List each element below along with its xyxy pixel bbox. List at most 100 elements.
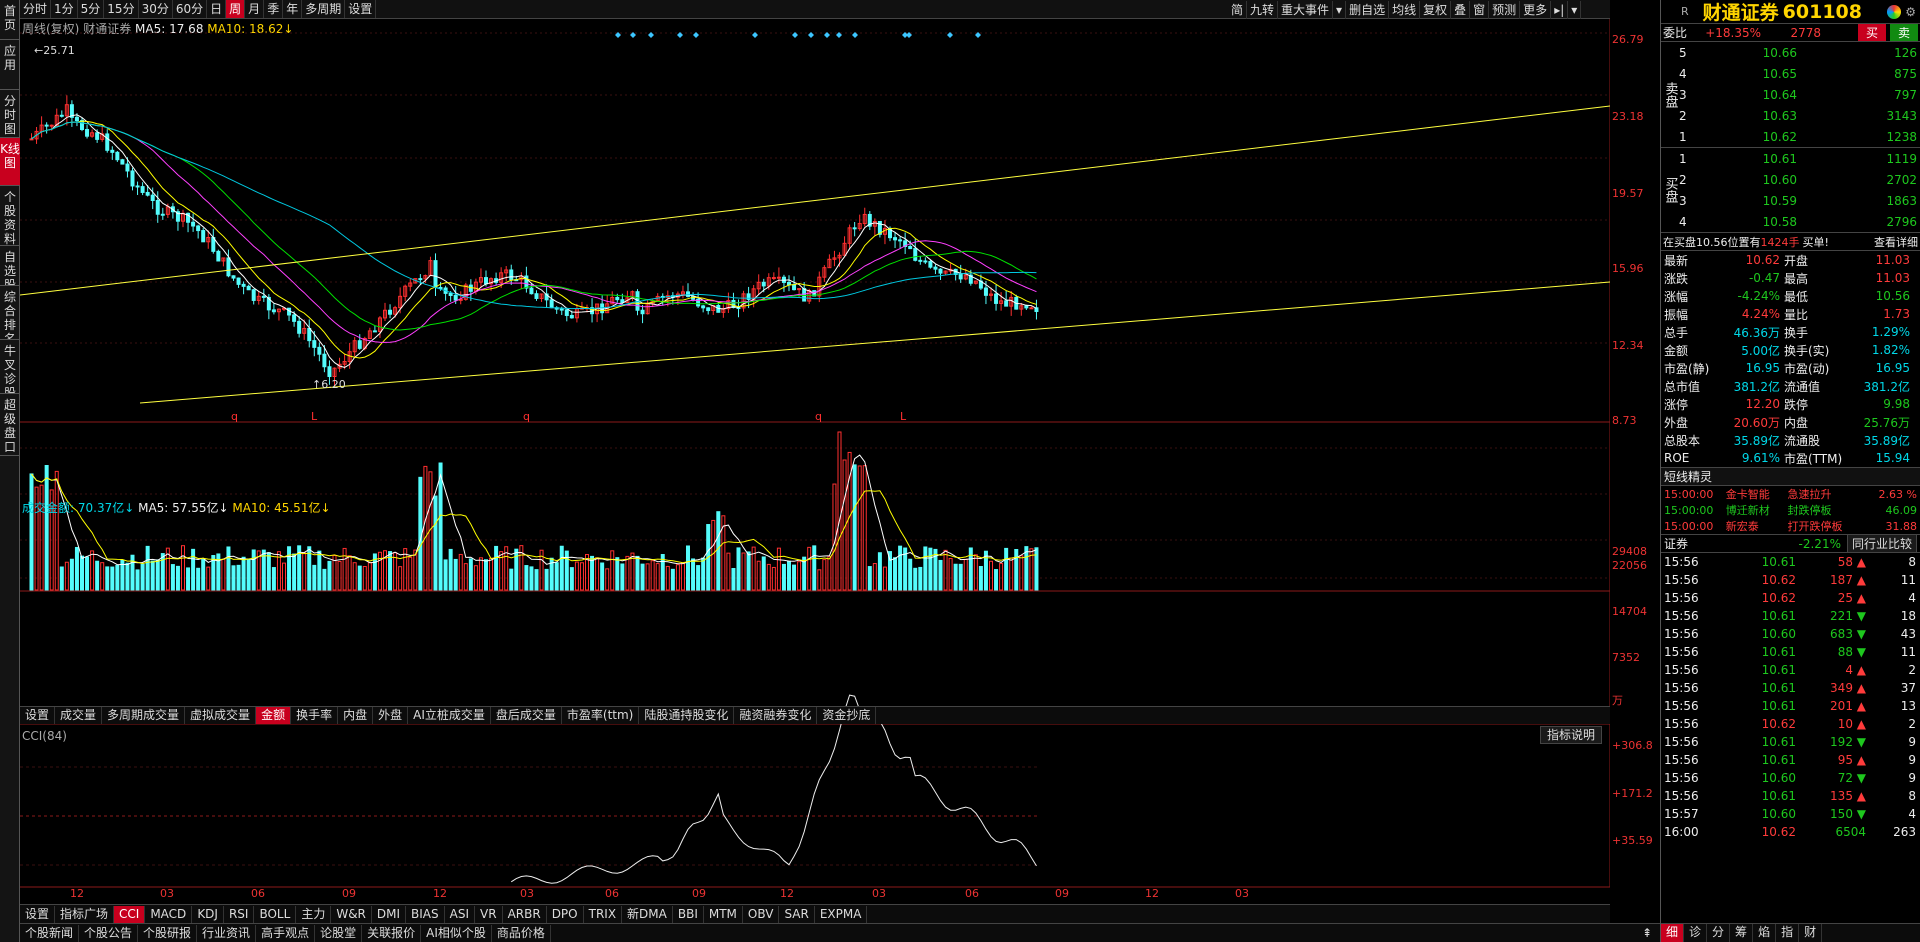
volume-bar-95 [509,568,514,591]
indicator-tab-9[interactable]: DMI [372,905,407,923]
color-wheel-icon[interactable] [1887,4,1902,19]
period-tab-6[interactable]: 日 [207,0,227,18]
buy-button[interactable]: 买 [1857,24,1886,41]
sidebar-item-2[interactable]: 分时图 [0,90,20,138]
period-tab-12[interactable]: 设置 [345,0,377,18]
indicator-tab-0[interactable]: 设置 [20,905,56,923]
toolbar-item-1[interactable]: 九转 [1247,0,1279,19]
quote-tab-1[interactable]: 诊 [1684,924,1708,942]
quote-tab-2[interactable]: 分 [1707,924,1731,942]
sidebar-item-5[interactable]: 自选股 [0,246,20,286]
volume-tab-6[interactable]: 内盘 [338,707,374,724]
toolbar-item-9[interactable]: 预测 [1489,0,1521,19]
toolbar-item-6[interactable]: 复权 [1420,0,1452,19]
chart-area[interactable]: ←25.71 ↑6.20 q Lq q L [20,19,1610,929]
indicator-tab-21[interactable]: EXPMA [815,905,868,923]
indicator-tab-17[interactable]: BBI [673,905,704,923]
indicator-tab-11[interactable]: ASI [445,905,476,923]
indicator-tab-19[interactable]: OBV [743,905,780,923]
volume-tab-9[interactable]: 盘后成交量 [491,707,562,724]
toolbar-item-5[interactable]: 均线 [1389,0,1421,19]
bottom-tab-5[interactable]: 论股堂 [315,924,363,942]
period-tab-11[interactable]: 多周期 [302,0,346,18]
bottom-tab-2[interactable]: 个股研报 [138,924,198,942]
period-tab-1[interactable]: 1分 [51,0,78,18]
short-item-2[interactable]: 15:00:00 新宏泰 打开跌停板 31.88 [1661,518,1920,534]
toolbar-item-12[interactable]: ▾ [1568,0,1582,19]
toolbar-item-4[interactable]: 删自选 [1346,0,1390,19]
sidebar-item-0[interactable]: 首页 [0,0,20,40]
bottom-tab-1[interactable]: 个股公告 [79,924,139,942]
indicator-tab-12[interactable]: VR [475,905,503,923]
quote-tab-4[interactable]: 焰 [1753,924,1777,942]
indicator-tab-15[interactable]: TRIX [584,905,623,923]
sidebar-item-3[interactable]: K线图 [0,138,20,186]
quote-tab-5[interactable]: 指 [1776,924,1800,942]
toolbar-item-11[interactable]: ▸| [1551,0,1569,19]
volume-tab-2[interactable]: 多周期成交量 [102,707,186,724]
toolbar-item-3[interactable]: ▾ [1333,0,1347,19]
indicator-tab-8[interactable]: W&R [331,905,372,923]
indicator-tab-7[interactable]: 主力 [296,905,332,923]
indicator-tab-16[interactable]: 新DMA [622,905,673,923]
sidebar-item-6[interactable]: 综合排名 [0,286,20,340]
bottom-tab-8[interactable]: 商品价格 [492,924,551,942]
indicator-tab-3[interactable]: MACD [145,905,193,923]
indicator-explain-button[interactable]: 指标说明 [1540,726,1603,744]
period-tab-10[interactable]: 年 [283,0,303,18]
sidebar-item-1[interactable]: 应用 [0,40,20,90]
quote-tab-0[interactable]: 细 [1661,924,1685,942]
collapse-up-icon[interactable]: ⇞ [1634,926,1660,940]
bottom-tab-6[interactable]: 关联报价 [362,924,422,942]
volume-tab-10[interactable]: 市盈率(ttm) [562,707,640,724]
indicator-tab-5[interactable]: RSI [224,905,255,923]
volume-tab-5[interactable]: 换手率 [291,707,339,724]
indicator-tab-1[interactable]: 指标广场 [55,905,115,923]
toolbar-item-8[interactable]: 窗 [1470,0,1490,19]
toolbar-item-7[interactable]: 叠 [1451,0,1471,19]
indicator-tab-18[interactable]: MTM [704,905,743,923]
indicator-tab-4[interactable]: KDJ [192,905,224,923]
period-tab-8[interactable]: 月 [245,0,265,18]
toolbar-item-10[interactable]: 更多 [1520,0,1552,19]
view-detail-link[interactable]: 查看详细 [1874,234,1918,250]
volume-tab-1[interactable]: 成交量 [55,707,103,724]
short-item-1[interactable]: 15:00:00 博迁新材 封跌停板 46.09 [1661,502,1920,518]
volume-tab-12[interactable]: 融资融券变化 [734,707,818,724]
bottom-tab-3[interactable]: 行业资讯 [197,924,257,942]
volume-tab-7[interactable]: 外盘 [373,707,409,724]
period-tab-4[interactable]: 30分 [139,0,173,18]
indicator-tab-13[interactable]: ARBR [503,905,547,923]
indicator-tab-10[interactable]: BIAS [406,905,445,923]
volume-tab-3[interactable]: 虚拟成交量 [185,707,257,724]
indicator-tab-6[interactable]: BOLL [254,905,297,923]
industry-compare-button[interactable]: 同行业比较 [1846,534,1917,553]
indicator-tab-20[interactable]: SAR [779,905,815,923]
toolbar-item-0[interactable]: 简 [1228,0,1248,19]
period-tab-0[interactable]: 分时 [20,0,52,18]
period-tab-2[interactable]: 5分 [78,0,105,18]
indicator-tab-14[interactable]: DPO [547,905,584,923]
period-tab-3[interactable]: 15分 [104,0,139,18]
period-tab-7[interactable]: 周 [226,0,246,18]
quote-tab-3[interactable]: 筹 [1730,924,1754,942]
indicator-tab-2[interactable]: CCI [114,905,146,923]
sidebar-item-4[interactable]: 个股资料 [0,186,20,246]
period-tab-9[interactable]: 季 [264,0,284,18]
short-item-0[interactable]: 15:00:00 金卡智能 急速拉升 2.63 % [1661,486,1920,502]
volume-tab-0[interactable]: 设置 [20,707,56,724]
sell-button[interactable]: 卖 [1889,24,1918,41]
volume-tab-11[interactable]: 陆股通持股变化 [639,707,735,724]
bottom-tab-0[interactable]: 个股新闻 [20,924,80,942]
volume-tab-4[interactable]: 金额 [256,707,292,724]
quote-tab-6[interactable]: 财 [1799,924,1823,942]
sidebar-item-7[interactable]: 牛叉诊股 [0,340,20,394]
bottom-tab-7[interactable]: AI相似个股 [421,924,492,942]
gear-icon[interactable]: ⚙ [1905,5,1916,19]
toolbar-item-2[interactable]: 重大事件 [1278,0,1334,19]
sidebar-item-8[interactable]: 超级盘口 [0,394,20,456]
volume-tab-8[interactable]: AI立桩成交量 [408,707,491,724]
period-tab-5[interactable]: 60分 [173,0,208,18]
bottom-tab-4[interactable]: 高手观点 [256,924,316,942]
volume-tab-13[interactable]: 资金抄底 [817,707,877,724]
